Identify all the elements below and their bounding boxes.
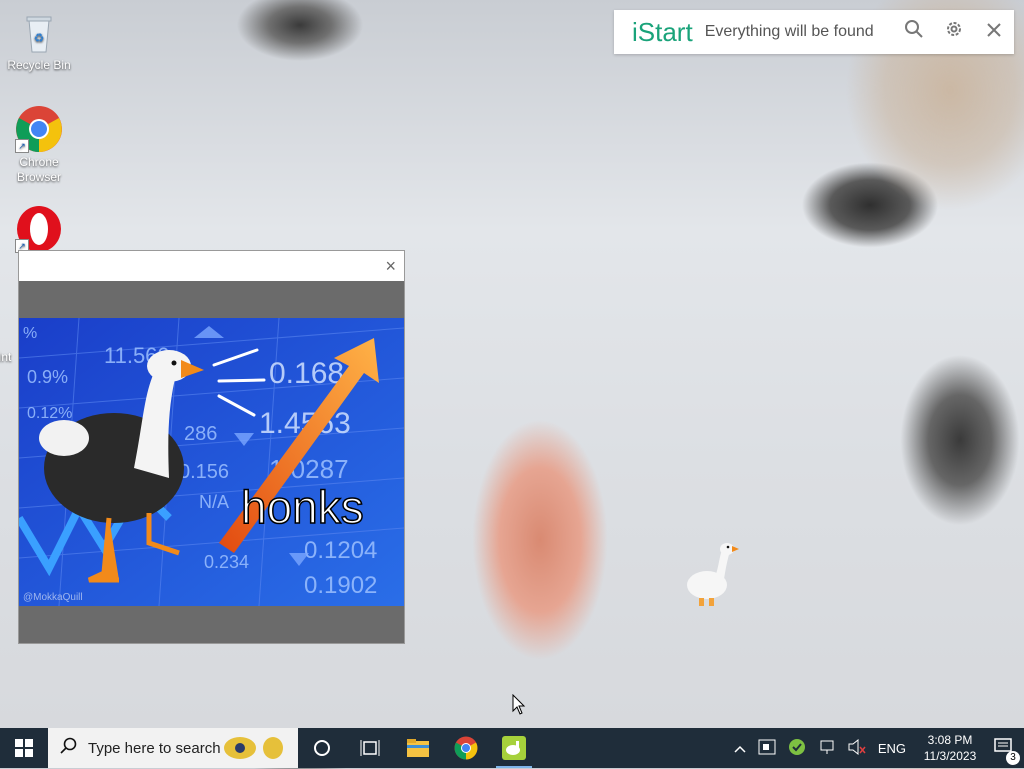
chrome-icon: ↗ xyxy=(15,105,63,153)
ticker-value: 0.1902 xyxy=(304,572,377,599)
volume-muted-icon[interactable] xyxy=(848,738,866,758)
clock-date: 11/3/2023 xyxy=(923,749,977,763)
opera-icon: ↗ xyxy=(15,205,63,253)
ticker-value: % xyxy=(23,325,37,342)
search-icon xyxy=(60,737,78,760)
taskbar-search-box[interactable]: Type here to search xyxy=(48,728,298,768)
chevron-up-icon[interactable] xyxy=(734,741,746,756)
ticker-value: 0.12% xyxy=(27,405,72,422)
ticker-value: 0.156 xyxy=(179,461,229,483)
taskbar-search-input[interactable]: Type here to search xyxy=(88,740,221,757)
desktop-icon-label: Chrone Browser xyxy=(16,155,61,184)
start-button[interactable] xyxy=(0,728,48,768)
desktop-icon-label: Recycle Bin xyxy=(7,58,71,72)
ticker-value: 0.1204 xyxy=(304,537,377,564)
svg-text:♻: ♻ xyxy=(34,31,45,45)
task-view-icon xyxy=(360,740,380,756)
recycle-bin-icon: ♻ xyxy=(15,8,63,56)
gear-icon[interactable] xyxy=(934,19,974,45)
taskbar-file-explorer[interactable] xyxy=(394,728,442,768)
taskbar-chrome[interactable] xyxy=(442,728,490,768)
goose-stonks-meme-image: 11.560 0.168 1.4563 1.0287 0.1204 0.1902… xyxy=(19,318,404,606)
chrome-icon xyxy=(454,736,478,760)
language-indicator[interactable]: ENG xyxy=(878,741,906,756)
action-center-button[interactable]: 3 xyxy=(994,737,1020,765)
desktop-icon-chrome[interactable]: ↗ Chrone Browser xyxy=(4,105,74,185)
search-icon[interactable] xyxy=(894,19,934,45)
desktop-icon-label: Int xyxy=(0,350,12,364)
task-view-button[interactable] xyxy=(346,728,394,768)
tray-security-icon[interactable] xyxy=(788,738,806,759)
clock-time: 3:08 PM xyxy=(927,733,973,747)
popup-titlebar[interactable]: × xyxy=(19,251,404,281)
ticker-value: 0.234 xyxy=(204,552,249,572)
desktop-icon-internet[interactable]: Int xyxy=(0,350,18,365)
popup-close-button[interactable]: × xyxy=(385,256,396,277)
tray-app-icon[interactable] xyxy=(758,739,776,758)
desktop-goose-app-icon xyxy=(502,736,526,760)
ticker-value: 0.168 xyxy=(269,357,344,390)
istart-search-input[interactable]: Everything will be found xyxy=(705,23,894,41)
network-icon[interactable] xyxy=(818,739,836,758)
desktop-icon-opera[interactable]: ↗ xyxy=(4,205,74,255)
meme-caption: honks xyxy=(241,481,364,533)
notification-count-badge: 3 xyxy=(1006,750,1020,765)
taskbar-active-app[interactable] xyxy=(490,728,538,768)
folder-icon xyxy=(407,739,429,757)
istart-logo: iStart xyxy=(632,16,693,47)
taskbar: Type here to search ENG 3:08 PM 11/3/202… xyxy=(0,728,1024,768)
taskbar-clock[interactable]: 3:08 PM 11/3/2023 xyxy=(920,732,980,764)
ticker-value: N/A xyxy=(199,492,229,512)
mouse-cursor xyxy=(512,693,526,721)
close-icon[interactable] xyxy=(974,21,1014,44)
shortcut-arrow-icon: ↗ xyxy=(15,139,29,153)
desktop-goose-sprite[interactable] xyxy=(685,540,741,610)
system-tray: ENG 3:08 PM 11/3/2023 3 xyxy=(728,728,1024,768)
windows-icon xyxy=(15,739,33,757)
ticker-value: 0.9% xyxy=(27,367,68,387)
meme-watermark: @MokkaQuill xyxy=(23,592,83,603)
ticker-value: 286 xyxy=(184,423,217,445)
cortana-button[interactable] xyxy=(298,728,346,768)
cortana-icon xyxy=(314,740,330,756)
desktop-icon-recycle-bin[interactable]: ♻ Recycle Bin xyxy=(4,8,74,73)
meme-popup-window: × 11.560 0.168 1.4563 1.0287 0.1204 0.19… xyxy=(18,250,405,644)
istart-search-bar: iStart Everything will be found xyxy=(614,10,1014,54)
search-highlight-icon xyxy=(218,732,288,769)
